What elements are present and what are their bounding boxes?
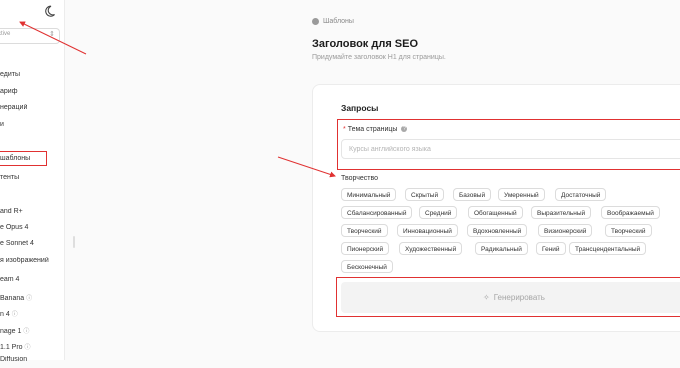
sidebar-item[interactable]: тенты: [0, 174, 64, 186]
generate-button-label: Генерировать: [493, 293, 545, 302]
creativity-option[interactable]: Умеренный: [498, 188, 545, 201]
sidebar-item-label: e Sonnet 4: [0, 240, 34, 247]
generate-button[interactable]: ✧ Генерировать: [341, 282, 680, 313]
template-icon: [312, 18, 319, 25]
required-mark: *: [343, 126, 346, 133]
sidebar-item-label: 1.1 Pro: [0, 344, 23, 351]
creativity-option[interactable]: Творческий: [341, 224, 388, 237]
chevron-updown-icon: ⇕: [49, 31, 55, 38]
sidebar-item-label: and R+: [0, 208, 23, 215]
sidebar: ctive ⇕ едиты ариф нераций и шаблоны тен…: [0, 0, 65, 363]
sidebar-item[interactable]: Banana ⓘ: [0, 293, 64, 305]
resize-handle[interactable]: [73, 236, 75, 248]
sidebar-item[interactable]: и: [0, 121, 64, 133]
sidebar-item[interactable]: and R+: [0, 208, 64, 220]
section-title: Запросы: [341, 103, 379, 113]
sidebar-select-value: ctive: [0, 31, 11, 37]
creativity-option[interactable]: Достаточный: [555, 188, 607, 201]
creativity-option[interactable]: Минимальный: [341, 188, 397, 201]
sidebar-item-label: шаблоны: [0, 155, 31, 162]
sidebar-item-label: eam 4: [0, 276, 20, 283]
sidebar-select[interactable]: ctive ⇕: [0, 28, 60, 44]
creativity-option[interactable]: Скрытый: [405, 188, 445, 201]
topic-label: * Тема страницы ?: [343, 126, 408, 133]
sidebar-item[interactable]: e Sonnet 4: [0, 240, 64, 252]
sidebar-item[interactable]: 1.1 Pro ⓘ: [0, 342, 64, 354]
creativity-option[interactable]: Базовый: [453, 188, 492, 201]
sidebar-item[interactable]: e Opus 4: [0, 224, 64, 236]
info-icon: ⓘ: [11, 312, 18, 318]
sidebar-item[interactable]: nage 1 ⓘ: [0, 326, 64, 338]
creativity-option[interactable]: Инновационный: [397, 224, 458, 237]
sparkle-icon: ✧: [483, 293, 490, 302]
creativity-option[interactable]: Художественный: [399, 242, 463, 255]
page-subtitle: Придумайте заголовок H1 для страницы.: [312, 54, 446, 61]
creativity-option[interactable]: Творческий: [605, 224, 652, 237]
creativity-option[interactable]: Обогащенный: [468, 206, 523, 219]
topic-input[interactable]: [341, 139, 680, 159]
sidebar-item[interactable]: я изображений: [0, 257, 64, 269]
sidebar-item-label: nage 1: [0, 328, 22, 335]
sidebar-item-label: ариф: [0, 88, 18, 95]
sidebar-item[interactable]: n 4 ⓘ: [0, 309, 64, 321]
info-icon: ⓘ: [23, 329, 30, 335]
creativity-option[interactable]: Пионерский: [341, 242, 390, 255]
creativity-option[interactable]: Вдохновленный: [467, 224, 528, 237]
sidebar-item[interactable]: Diffusion: [0, 356, 64, 368]
creativity-option[interactable]: Воображаемый: [601, 206, 660, 219]
sidebar-item-templates[interactable]: шаблоны: [0, 151, 47, 166]
creativity-option[interactable]: Визионерский: [538, 224, 593, 237]
creativity-option[interactable]: Радикальный: [475, 242, 528, 255]
sidebar-item[interactable]: едиты: [0, 71, 64, 83]
info-icon: ⓘ: [26, 296, 33, 302]
topic-label-text: Тема страницы: [347, 126, 398, 133]
creativity-option[interactable]: Гений: [536, 242, 566, 255]
sidebar-item[interactable]: нераций: [0, 104, 64, 116]
sidebar-item-label: я изображений: [0, 257, 49, 264]
moon-icon[interactable]: [45, 4, 59, 18]
page-title: Заголовок для SEO: [312, 38, 419, 50]
creativity-option[interactable]: Бесконечный: [341, 260, 393, 273]
sidebar-item[interactable]: ариф: [0, 88, 64, 100]
creativity-option[interactable]: Сбалансированный: [341, 206, 413, 219]
creativity-option[interactable]: Средний: [419, 206, 458, 219]
breadcrumb-label: Шаблоны: [323, 18, 354, 25]
creativity-label: Творчество: [341, 175, 379, 182]
sidebar-item-label: нераций: [0, 104, 28, 111]
sidebar-item-label: e Opus 4: [0, 224, 29, 231]
creativity-option[interactable]: Выразительный: [531, 206, 592, 219]
breadcrumb[interactable]: Шаблоны: [312, 18, 354, 25]
sidebar-item-label: Banana: [0, 295, 25, 302]
sidebar-item-label: и: [0, 121, 4, 128]
info-icon: ⓘ: [24, 345, 31, 351]
sidebar-item-label: тенты: [0, 174, 20, 181]
creativity-option[interactable]: Трансцендентальный: [569, 242, 647, 255]
sidebar-item-label: n 4: [0, 311, 10, 318]
sidebar-item-label: едиты: [0, 71, 20, 78]
help-icon[interactable]: ?: [401, 126, 408, 133]
sidebar-item[interactable]: eam 4: [0, 276, 64, 288]
